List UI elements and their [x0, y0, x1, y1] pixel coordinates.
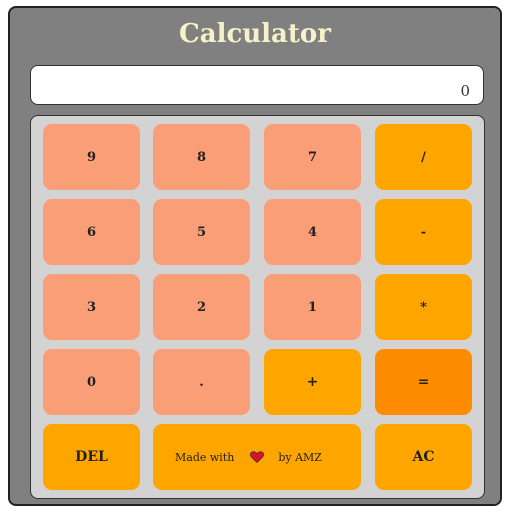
key-7[interactable]: 7 — [264, 124, 361, 190]
keypad: 9 8 7 / 6 5 4 - 3 2 1 * 0 . + = DEL Made… — [30, 115, 485, 499]
minus-button[interactable]: - — [375, 199, 472, 265]
decimal-point-button[interactable]: . — [153, 349, 250, 415]
equals-button[interactable]: = — [375, 349, 472, 415]
credit-prefix: Made with — [175, 450, 235, 464]
plus-button[interactable]: + — [264, 349, 361, 415]
key-3[interactable]: 3 — [43, 274, 140, 340]
key-4[interactable]: 4 — [264, 199, 361, 265]
key-5[interactable]: 5 — [153, 199, 250, 265]
delete-button[interactable]: DEL — [43, 424, 140, 490]
credit-suffix: by AMZ — [278, 450, 322, 464]
key-1[interactable]: 1 — [264, 274, 361, 340]
credit-button[interactable]: Made with by AMZ — [153, 424, 361, 490]
divide-button[interactable]: / — [375, 124, 472, 190]
heart-icon — [250, 451, 265, 464]
key-2[interactable]: 2 — [153, 274, 250, 340]
result-display: 0 — [30, 65, 484, 105]
app-title: Calculator — [179, 19, 331, 49]
multiply-button[interactable]: * — [375, 274, 472, 340]
key-8[interactable]: 8 — [153, 124, 250, 190]
key-0[interactable]: 0 — [43, 349, 140, 415]
calculator-window: Calculator 0 9 8 7 / 6 5 4 - 3 2 1 * 0 .… — [8, 6, 502, 506]
key-6[interactable]: 6 — [43, 199, 140, 265]
all-clear-button[interactable]: AC — [375, 424, 472, 490]
key-9[interactable]: 9 — [43, 124, 140, 190]
